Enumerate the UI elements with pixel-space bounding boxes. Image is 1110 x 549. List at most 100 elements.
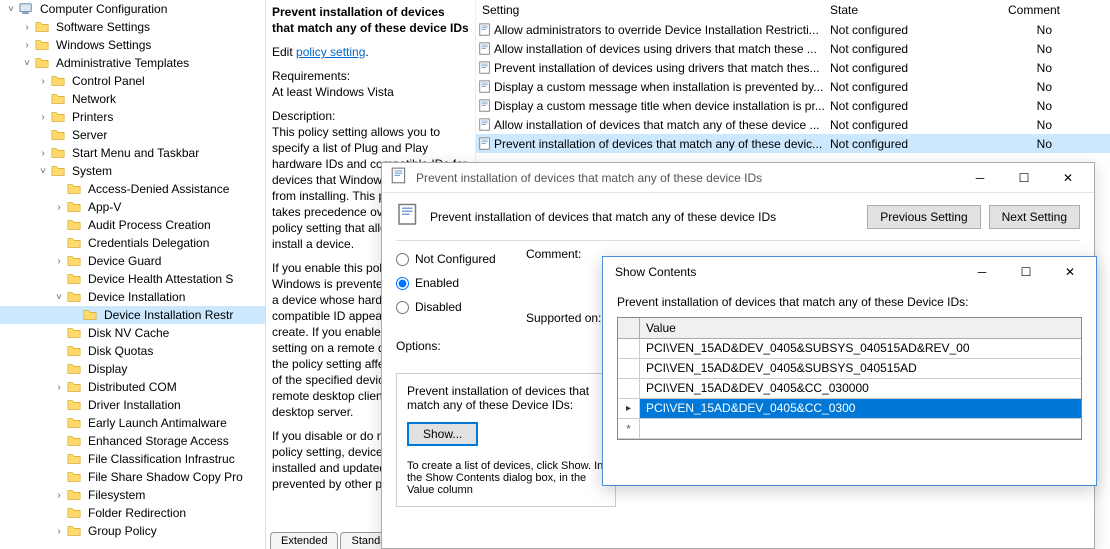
setting-state: Not configured: [830, 42, 1006, 56]
setting-label: Prevent installation of devices that mat…: [494, 137, 830, 151]
setting-comment: No: [1006, 23, 1110, 37]
close-button[interactable]: ✕: [1046, 164, 1090, 192]
tree-expander-icon[interactable]: ›: [36, 148, 50, 159]
setting-comment: No: [1006, 61, 1110, 75]
settings-row[interactable]: Prevent installation of devices using dr…: [476, 58, 1110, 77]
tree-expander-icon[interactable]: ›: [36, 112, 50, 123]
tree-expander-icon[interactable]: ˅: [36, 166, 50, 177]
column-state[interactable]: State: [830, 3, 1006, 17]
grid-row[interactable]: PCI\VEN_15AD&DEV_0405&SUBSYS_040515AD: [618, 359, 1081, 379]
setting-comment: No: [1006, 137, 1110, 151]
show-button[interactable]: Show...: [407, 422, 478, 446]
contents-titlebar[interactable]: Show Contents ─ ☐ ✕: [603, 257, 1096, 287]
tree-item[interactable]: ›Filesystem: [0, 486, 265, 504]
radio-not-configured[interactable]: Not Configured: [396, 247, 526, 271]
column-comment[interactable]: Comment: [1006, 3, 1110, 17]
minimize-button[interactable]: ─: [958, 164, 1002, 192]
value-cell[interactable]: PCI\VEN_15AD&DEV_0405&SUBSYS_040515AD: [640, 359, 1081, 378]
tree-item[interactable]: ›Group Policy: [0, 522, 265, 540]
tree-item[interactable]: ˅Device Installation: [0, 288, 265, 306]
folder-icon: [50, 74, 66, 88]
policy-head-title: Prevent installation of devices that mat…: [430, 210, 859, 224]
tree-item[interactable]: ˅System: [0, 162, 265, 180]
tree-item[interactable]: ·Access-Denied Assistance: [0, 180, 265, 198]
policy-setting-link[interactable]: policy setting: [296, 45, 365, 59]
tree-item[interactable]: › Printers: [0, 108, 265, 126]
tree-item[interactable]: ·Server: [0, 126, 265, 144]
next-setting-button[interactable]: Next Setting: [989, 205, 1080, 229]
settings-row[interactable]: Allow installation of devices that match…: [476, 115, 1110, 134]
tree-expander-icon[interactable]: ›: [20, 40, 34, 51]
tree-item[interactable]: ›App-V: [0, 198, 265, 216]
radio-disabled[interactable]: Disabled: [396, 295, 526, 319]
tree-item-label: Device Installation Restr: [102, 308, 233, 322]
value-cell[interactable]: PCI\VEN_15AD&DEV_0405&CC_030000: [640, 379, 1081, 398]
row-header: [618, 399, 640, 418]
tree-expander-icon[interactable]: ›: [52, 382, 66, 393]
folder-icon: [66, 326, 82, 340]
tree-expander-icon[interactable]: ˅: [4, 4, 18, 15]
tree-item[interactable]: ·Disk Quotas: [0, 342, 265, 360]
tree-item[interactable]: ·Credentials Delegation: [0, 234, 265, 252]
grid-row[interactable]: PCI\VEN_15AD&DEV_0405&SUBSYS_040515AD&RE…: [618, 339, 1081, 359]
setting-label: Allow installation of devices that match…: [494, 118, 830, 132]
previous-setting-button[interactable]: Previous Setting: [867, 205, 980, 229]
maximize-button[interactable]: ☐: [1004, 258, 1048, 286]
tree-item[interactable]: ˅Administrative Templates: [0, 54, 265, 72]
tree-item[interactable]: ·Early Launch Antimalware: [0, 414, 265, 432]
value-cell[interactable]: [640, 419, 1081, 438]
tree-item[interactable]: ›Control Panel: [0, 72, 265, 90]
tree-item[interactable]: ·File Classification Infrastruc: [0, 450, 265, 468]
maximize-button[interactable]: ☐: [1002, 164, 1046, 192]
tree-item[interactable]: ˅Computer Configuration: [0, 0, 265, 18]
tree-item[interactable]: ·Folder Redirection: [0, 504, 265, 522]
tree-expander-icon[interactable]: ˅: [52, 292, 66, 303]
tree-item[interactable]: ·Display: [0, 360, 265, 378]
tree-expander-icon[interactable]: ›: [52, 490, 66, 501]
tree-item[interactable]: ·Device Health Attestation S: [0, 270, 265, 288]
tree-item[interactable]: ›Distributed COM: [0, 378, 265, 396]
policy-titlebar[interactable]: Prevent installation of devices that mat…: [382, 163, 1094, 193]
options-text: Prevent installation of devices that mat…: [407, 384, 605, 412]
tree-item[interactable]: ·Driver Installation: [0, 396, 265, 414]
tree-item[interactable]: ·Disk NV Cache: [0, 324, 265, 342]
settings-row[interactable]: Prevent installation of devices that mat…: [476, 134, 1110, 153]
tree-item[interactable]: ·Audit Process Creation: [0, 216, 265, 234]
tree-item[interactable]: ·Network: [0, 90, 265, 108]
column-setting[interactable]: Setting: [476, 3, 830, 17]
tree-item[interactable]: ›Start Menu and Taskbar: [0, 144, 265, 162]
minimize-button[interactable]: ─: [960, 258, 1004, 286]
tree-expander-icon[interactable]: ›: [36, 76, 50, 87]
setting-label: Prevent installation of devices using dr…: [494, 61, 830, 75]
value-cell[interactable]: PCI\VEN_15AD&DEV_0405&SUBSYS_040515AD&RE…: [640, 339, 1081, 358]
tree-item[interactable]: ·File Share Shadow Copy Pro: [0, 468, 265, 486]
folder-icon: [66, 218, 82, 232]
tree-item[interactable]: ·Device Installation Restr: [0, 306, 265, 324]
tree-expander-icon[interactable]: ›: [52, 526, 66, 537]
tree-expander-icon[interactable]: ˅: [20, 58, 34, 69]
extended-tab[interactable]: Extended: [270, 532, 338, 549]
grid-row[interactable]: PCI\VEN_15AD&DEV_0405&CC_030000: [618, 379, 1081, 399]
settings-row[interactable]: Display a custom message when installati…: [476, 77, 1110, 96]
tree-expander-icon[interactable]: ›: [20, 22, 34, 33]
tree-item-label: Printers: [70, 110, 113, 124]
description-label: Description:: [272, 109, 335, 123]
value-cell[interactable]: PCI\VEN_15AD&DEV_0405&CC_0300: [640, 399, 1081, 418]
grid-row-new[interactable]: [618, 419, 1081, 439]
setting-icon: [476, 99, 494, 113]
folder-icon: [66, 290, 82, 304]
tree-item[interactable]: ·Enhanced Storage Access: [0, 432, 265, 450]
settings-row[interactable]: Allow installation of devices using driv…: [476, 39, 1110, 58]
tree-item[interactable]: ›Software Settings: [0, 18, 265, 36]
grid-row[interactable]: PCI\VEN_15AD&DEV_0405&CC_0300: [618, 399, 1081, 419]
settings-row[interactable]: Display a custom message title when devi…: [476, 96, 1110, 115]
tree-item[interactable]: ›Windows Settings: [0, 36, 265, 54]
settings-row[interactable]: Allow administrators to override Device …: [476, 20, 1110, 39]
value-column-header[interactable]: Value: [640, 318, 1081, 338]
close-button[interactable]: ✕: [1048, 258, 1092, 286]
tree-expander-icon[interactable]: ›: [52, 202, 66, 213]
policy-window-title: Prevent installation of devices that mat…: [416, 171, 958, 185]
radio-enabled[interactable]: Enabled: [396, 271, 526, 295]
tree-item[interactable]: ›Device Guard: [0, 252, 265, 270]
tree-expander-icon[interactable]: ›: [52, 256, 66, 267]
